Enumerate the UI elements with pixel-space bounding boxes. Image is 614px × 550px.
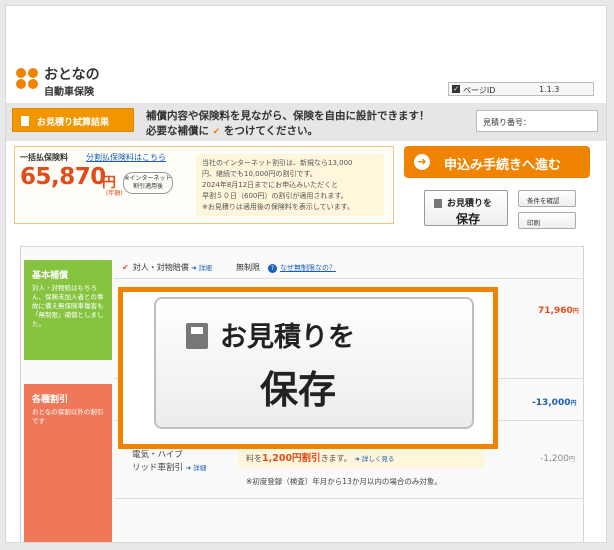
detail-link: 詳細 bbox=[198, 264, 212, 272]
category-discounts: 各種割引 おとなの保割以外の割引です bbox=[24, 384, 112, 542]
save-label-line1: お見積りを bbox=[220, 322, 355, 353]
hybrid-discount-amount: -1,200円 bbox=[540, 454, 576, 464]
bodily-property-liability-row[interactable]: ✔ 対人・対物賠償 ➜ 詳細 bbox=[122, 262, 212, 273]
print-label: 印刷 bbox=[527, 219, 540, 227]
hybrid-discount-note: ※初度登録（検査）年月から13か月以内の場合のみ対象。 bbox=[246, 477, 442, 486]
basic-coverage-amount: 71,960円 bbox=[538, 306, 579, 316]
page-id-label: ページID bbox=[463, 86, 496, 95]
save-icon bbox=[434, 199, 442, 208]
quote-number-field: 見積り番号： bbox=[476, 110, 598, 132]
hybrid-discount-label-line2: リッド車割引 ➜ 詳細 bbox=[132, 463, 207, 473]
instruction-line1: 補償内容や保険料を見ながら、保険を自由に設計できます！ bbox=[146, 110, 430, 122]
learn-more-link[interactable]: ➜ 詳しく見る bbox=[354, 455, 394, 463]
quote-result-tab[interactable]: お見積り試算結果 bbox=[12, 108, 134, 132]
check-icon: ✔ bbox=[212, 127, 221, 137]
logo-text-line2: 自動車保険 bbox=[44, 87, 94, 98]
discounts-total-amount: -13,000円 bbox=[532, 398, 577, 408]
installment-premium-link[interactable]: 分割払保険料はこちら bbox=[86, 152, 166, 163]
print-button[interactable]: 印刷 bbox=[518, 212, 576, 229]
page-id-value: 1.1.3 bbox=[539, 85, 560, 94]
internet-discount-note: ※インターネット 割引適用後 bbox=[123, 172, 173, 194]
instruction-line2: 必要な補償に ✔ をつけてください。 bbox=[146, 125, 319, 137]
liability-limit: 無制限? なぜ無制限なの？ bbox=[236, 263, 336, 273]
save-icon bbox=[186, 323, 208, 349]
internet-discount-info: 当社のインターネット割引は、新規なら13,000 円、継続でも10,000円の割… bbox=[196, 154, 384, 216]
row-divider bbox=[114, 278, 584, 279]
category-basic-coverage: 基本補償 対人・対物賠はもちろん、保険未加入者との事故に備え無保険車傷害も「無制… bbox=[24, 260, 112, 360]
apply-label: 申込み手続きへ進む bbox=[444, 158, 562, 173]
check-icon: ✔ bbox=[122, 263, 129, 272]
premium-label: 一括払保険料 bbox=[20, 153, 68, 162]
detail-link[interactable]: 詳細 bbox=[193, 464, 206, 472]
save-label-line2: 保存 bbox=[260, 368, 337, 412]
app-frame: おとなの 自動車保険 ✓ ページID 1.1.3 お見積り試算結果 補償内容や保… bbox=[5, 5, 607, 543]
document-icon bbox=[21, 116, 29, 126]
quote-number-label: 見積り番号： bbox=[483, 118, 531, 127]
hybrid-discount-label-line1: 電気・ハイブ bbox=[132, 450, 183, 460]
premium-amount: 65,870 bbox=[20, 164, 106, 190]
save-quote-button[interactable]: お見積りを 保存 bbox=[424, 190, 508, 226]
row-divider bbox=[114, 498, 584, 499]
premium-per-year: (年額) bbox=[106, 190, 123, 197]
save-quote-button-zoomed[interactable]: お見積りを 保存 bbox=[154, 297, 474, 429]
logo-text-line1: おとなの bbox=[44, 67, 100, 83]
why-unlimited-link[interactable]: なぜ無制限なの？ bbox=[280, 264, 336, 272]
confirm-conditions-label: 条件を確認 bbox=[527, 197, 560, 205]
page-id-field: ✓ ページID 1.1.3 bbox=[448, 82, 594, 96]
quote-result-label: お見積り試算結果 bbox=[37, 118, 110, 128]
logo-mark bbox=[16, 68, 40, 90]
apply-button[interactable]: ➜ 申込み手続きへ進む bbox=[404, 146, 590, 178]
arrow-right-icon: ➜ bbox=[414, 154, 430, 170]
question-icon: ? bbox=[268, 264, 277, 273]
checkbox-icon: ✓ bbox=[452, 85, 460, 93]
confirm-conditions-button[interactable]: 条件を確認 bbox=[518, 190, 576, 207]
